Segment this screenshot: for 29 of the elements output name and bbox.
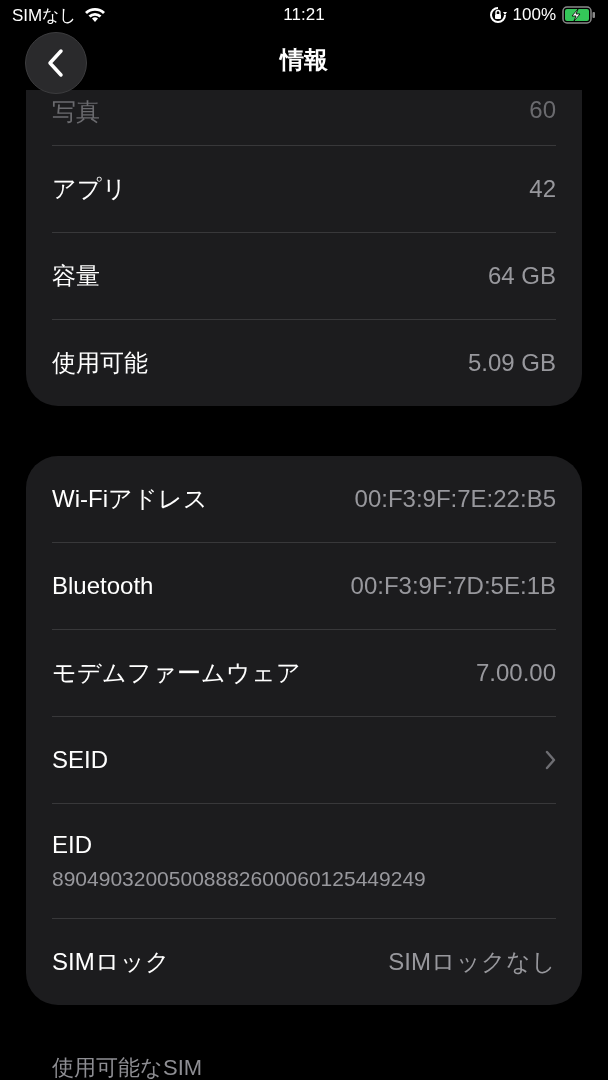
- wifi-icon: [84, 7, 107, 23]
- section-header: 使用可能なSIM: [52, 1055, 204, 1080]
- row-label: 写真: [52, 97, 100, 127]
- row-label: Wi-Fiアドレス: [52, 484, 208, 514]
- row-value: 00:F3:9F:7E:22:B5: [354, 485, 556, 513]
- row-label: Bluetooth: [52, 572, 154, 600]
- row-value: 89049032005008882600060125449249: [52, 867, 426, 891]
- battery-charging-icon: [562, 6, 596, 24]
- row-value: 42: [529, 175, 556, 203]
- row-label: 使用可能: [52, 348, 148, 378]
- row-value: SIMロックなし: [388, 947, 556, 977]
- chevron-left-icon: [46, 48, 66, 78]
- row-value: 00:F3:9F:7D:5E:1B: [350, 572, 556, 600]
- settings-row[interactable]: SEID: [52, 717, 556, 804]
- row-label: アプリ: [52, 174, 127, 204]
- row-value: 64 GB: [487, 262, 556, 290]
- carrier-text: SIMなし: [12, 4, 77, 27]
- row-label: EID: [52, 831, 92, 859]
- page-title: 情報: [280, 45, 328, 75]
- clock-time: 11:21: [283, 5, 325, 25]
- row-value: 5.09 GB: [467, 349, 556, 377]
- chevron-right-icon: [545, 750, 556, 770]
- rotation-lock-icon: [488, 6, 507, 24]
- row-label: 容量: [52, 261, 100, 291]
- row-label: モデムファームウェア: [52, 658, 301, 688]
- row-label: SIMロック: [52, 947, 170, 977]
- battery-percent: 100%: [512, 5, 556, 25]
- row-value: 7.00.00: [475, 659, 556, 687]
- row-value: 60: [529, 96, 556, 124]
